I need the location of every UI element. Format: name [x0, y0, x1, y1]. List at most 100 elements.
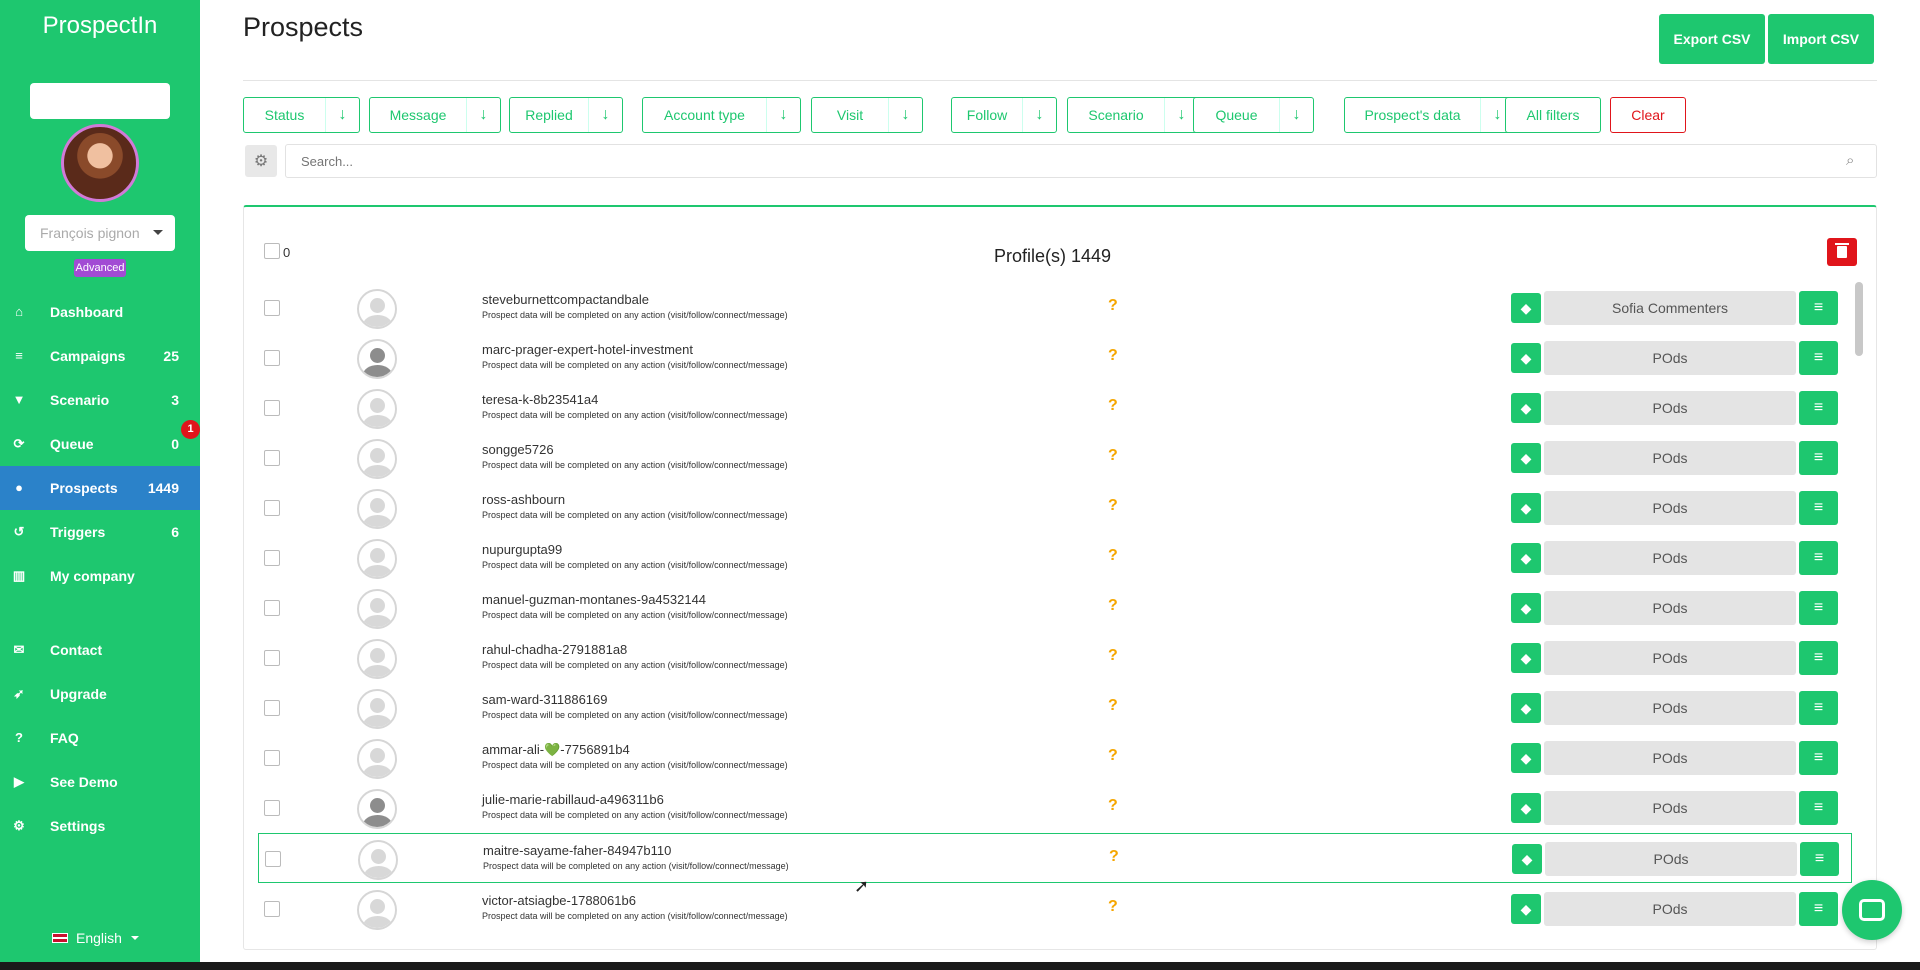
campaign-pill[interactable]: POds — [1544, 491, 1796, 525]
filter-follow[interactable]: Follow ↓ — [951, 97, 1057, 133]
table-row[interactable]: nupurgupta99 Prospect data will be comple… — [258, 533, 1852, 583]
sidebar-item-upgrade[interactable]: ➶ Upgrade — [0, 672, 200, 716]
table-row[interactable]: steveburnettcompactandbale Prospect data … — [258, 283, 1852, 333]
prospect-name[interactable]: ammar-ali-💚-7756891b4 — [482, 742, 630, 758]
language-select[interactable]: English — [52, 930, 139, 946]
row-checkbox[interactable] — [264, 700, 280, 716]
prospect-name[interactable]: rahul-chadha-2791881a8 — [482, 642, 627, 657]
row-checkbox[interactable] — [264, 400, 280, 416]
prospect-name[interactable]: ross-ashbourn — [482, 492, 565, 507]
campaign-pill[interactable]: POds — [1544, 391, 1796, 425]
prospect-name[interactable]: marc-prager-expert-hotel-investment — [482, 342, 693, 357]
row-checkbox[interactable] — [264, 500, 280, 516]
table-row[interactable]: ross-ashbourn Prospect data will be compl… — [258, 483, 1852, 533]
avatar[interactable] — [357, 389, 397, 429]
delete-selected-button[interactable] — [1827, 238, 1857, 266]
row-checkbox[interactable] — [264, 550, 280, 566]
row-checkbox[interactable] — [264, 750, 280, 766]
filter-queue[interactable]: Queue ↓ — [1193, 97, 1314, 133]
import-csv-button[interactable]: Import CSV — [1768, 14, 1874, 64]
campaign-pill[interactable]: POds — [1545, 842, 1797, 876]
export-csv-button[interactable]: Export CSV — [1659, 14, 1765, 64]
campaign-pill[interactable]: POds — [1544, 541, 1796, 575]
campaign-pill[interactable]: POds — [1544, 892, 1796, 926]
filter-prospect-s-data[interactable]: Prospect's data ↓ — [1344, 97, 1515, 133]
table-row[interactable]: julie-marie-rabillaud-a496311b6 Prospect … — [258, 783, 1852, 833]
arrow-down-icon[interactable]: ↓ — [588, 98, 622, 132]
prospect-name[interactable]: songge5726 — [482, 442, 554, 457]
campaign-pill[interactable]: Sofia Commenters — [1544, 291, 1796, 325]
row-menu-button[interactable]: ≡ — [1799, 791, 1838, 825]
row-menu-button[interactable]: ≡ — [1800, 842, 1839, 876]
table-row[interactable]: maitre-sayame-faher-84947b110 Prospect da… — [258, 833, 1852, 883]
row-checkbox[interactable] — [264, 901, 280, 917]
filter-scenario[interactable]: Scenario ↓ — [1067, 97, 1199, 133]
avatar[interactable] — [358, 840, 398, 880]
tag-button[interactable]: ◆ — [1511, 894, 1541, 924]
sidebar-item-faq[interactable]: ? FAQ — [0, 716, 200, 760]
avatar[interactable] — [357, 289, 397, 329]
tag-button[interactable]: ◆ — [1511, 493, 1541, 523]
prospect-name[interactable]: nupurgupta99 — [482, 542, 562, 557]
chat-button[interactable] — [1842, 880, 1902, 940]
filter-message[interactable]: Message ↓ — [369, 97, 501, 133]
prospect-name[interactable]: teresa-k-8b23541a4 — [482, 392, 598, 407]
sidebar-item-prospects[interactable]: ● Prospects 1449 — [0, 466, 200, 510]
row-menu-button[interactable]: ≡ — [1799, 892, 1838, 926]
tag-button[interactable]: ◆ — [1511, 293, 1541, 323]
filter-replied[interactable]: Replied ↓ — [509, 97, 623, 133]
row-checkbox[interactable] — [264, 650, 280, 666]
row-menu-button[interactable]: ≡ — [1799, 291, 1838, 325]
search-icon[interactable]: ⌕ — [1846, 152, 1854, 169]
sidebar-item-my-company[interactable]: ▥ My company — [0, 554, 200, 598]
row-menu-button[interactable]: ≡ — [1799, 341, 1838, 375]
campaign-pill[interactable]: POds — [1544, 741, 1796, 775]
row-checkbox[interactable] — [264, 350, 280, 366]
table-row[interactable]: sam-ward-311886169 Prospect data will be … — [258, 683, 1852, 733]
search-input[interactable] — [285, 144, 1877, 178]
row-menu-button[interactable]: ≡ — [1799, 491, 1838, 525]
brand-logo[interactable]: ProspectIn — [0, 12, 200, 42]
filter-visit[interactable]: Visit ↓ — [811, 97, 923, 133]
sidebar-item-contact[interactable]: ✉ Contact — [0, 628, 200, 672]
tag-button[interactable]: ◆ — [1512, 844, 1542, 874]
user-avatar[interactable] — [61, 124, 139, 202]
row-checkbox[interactable] — [264, 600, 280, 616]
table-row[interactable]: rahul-chadha-2791881a8 Prospect data will… — [258, 633, 1852, 683]
row-menu-button[interactable]: ≡ — [1799, 691, 1838, 725]
prospect-name[interactable]: steveburnettcompactandbale — [482, 292, 649, 307]
prospect-name[interactable]: victor-atsiagbe-1788061b6 — [482, 893, 636, 908]
row-menu-button[interactable]: ≡ — [1799, 641, 1838, 675]
row-checkbox[interactable] — [264, 800, 280, 816]
sidebar-item-settings[interactable]: ⚙ Settings — [0, 804, 200, 848]
row-checkbox[interactable] — [264, 450, 280, 466]
row-menu-button[interactable]: ≡ — [1799, 441, 1838, 475]
tag-button[interactable]: ◆ — [1511, 393, 1541, 423]
avatar[interactable] — [357, 639, 397, 679]
sidebar-item-campaigns[interactable]: ≡ Campaigns 25 — [0, 334, 200, 378]
row-menu-button[interactable]: ≡ — [1799, 591, 1838, 625]
sidebar-item-dashboard[interactable]: ⌂ Dashboard — [0, 290, 200, 334]
row-menu-button[interactable]: ≡ — [1799, 541, 1838, 575]
tag-button[interactable]: ◆ — [1511, 593, 1541, 623]
table-row[interactable]: teresa-k-8b23541a4 Prospect data will be … — [258, 383, 1852, 433]
table-row[interactable]: ammar-ali-💚-7756891b4 Prospect data will … — [258, 733, 1852, 783]
prospect-name[interactable]: julie-marie-rabillaud-a496311b6 — [482, 792, 664, 807]
sidebar-item-triggers[interactable]: ↺ Triggers 6 — [0, 510, 200, 554]
tag-button[interactable]: ◆ — [1511, 743, 1541, 773]
tag-button[interactable]: ◆ — [1511, 443, 1541, 473]
sidebar-item-scenario[interactable]: ▼ Scenario 3 — [0, 378, 200, 422]
filter-status[interactable]: Status ↓ — [243, 97, 360, 133]
campaign-pill[interactable]: POds — [1544, 441, 1796, 475]
filter-all-filters[interactable]: All filters — [1505, 97, 1601, 133]
prospect-name[interactable]: manuel-guzman-montanes-9a4532144 — [482, 592, 706, 607]
scrollbar[interactable] — [1855, 282, 1863, 356]
arrow-down-icon[interactable]: ↓ — [466, 98, 500, 132]
avatar[interactable] — [357, 539, 397, 579]
sidebar-item-queue[interactable]: ⟳ Queue 0 1 — [0, 420, 200, 466]
campaign-pill[interactable]: POds — [1544, 691, 1796, 725]
tag-button[interactable]: ◆ — [1511, 793, 1541, 823]
arrow-down-icon[interactable]: ↓ — [766, 98, 800, 132]
campaign-pill[interactable]: POds — [1544, 641, 1796, 675]
table-row[interactable]: marc-prager-expert-hotel-investment Prosp… — [258, 333, 1852, 383]
